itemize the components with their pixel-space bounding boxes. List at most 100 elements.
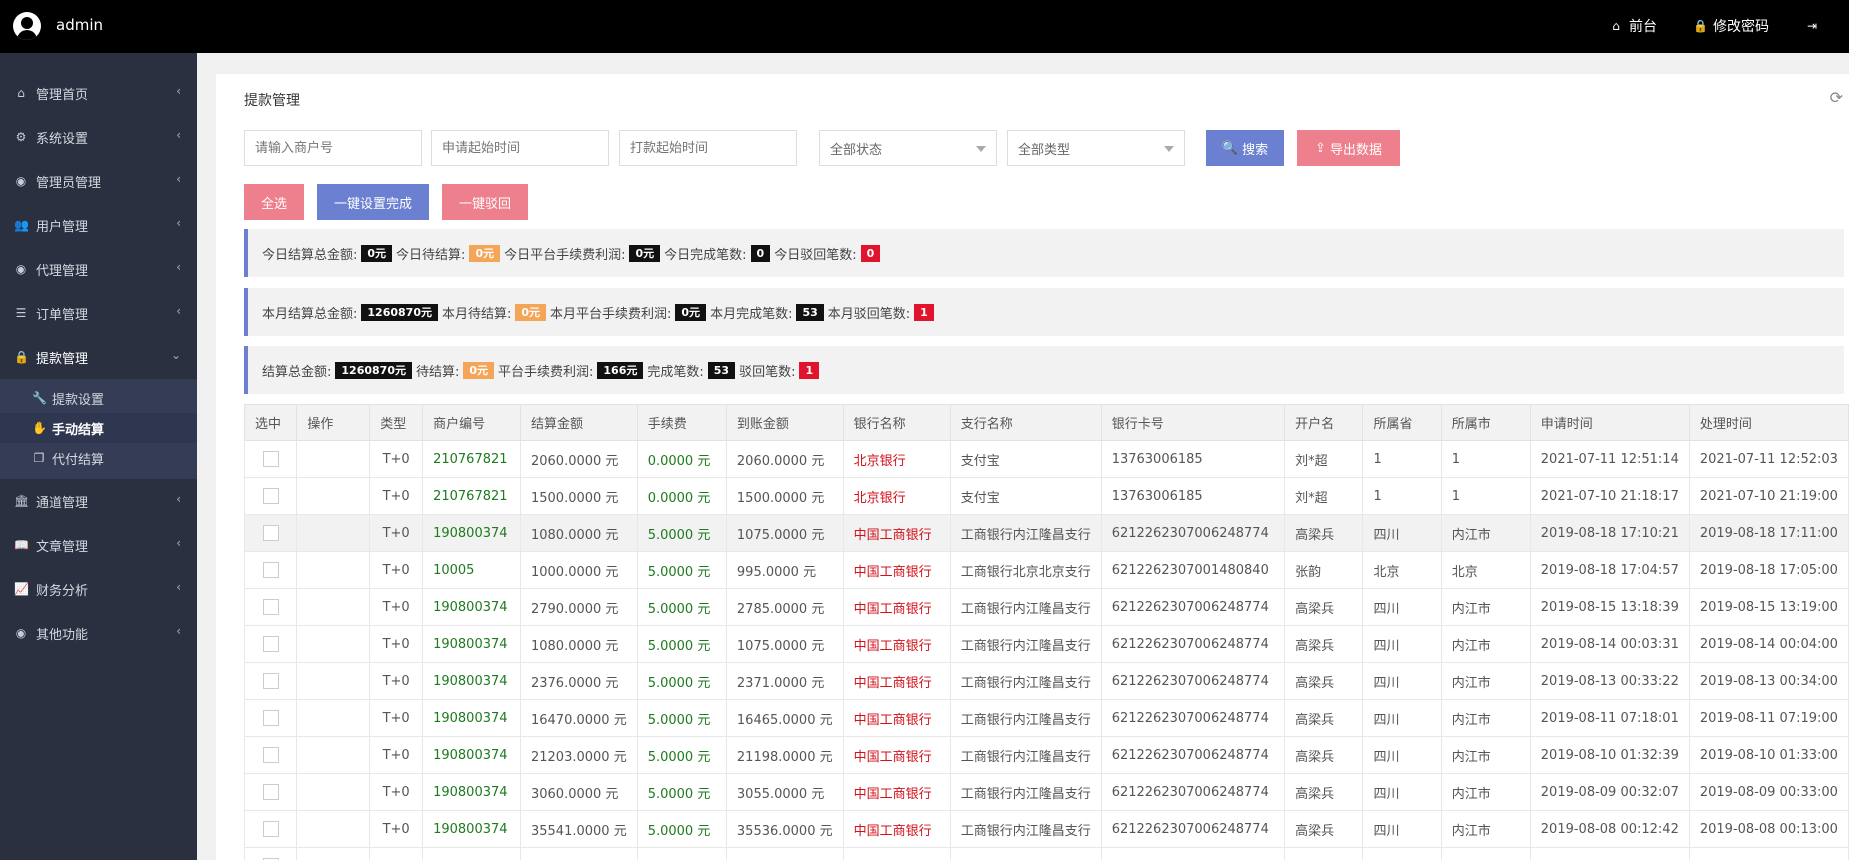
list-icon: ☰ bbox=[15, 306, 27, 320]
cell-province: 四川 bbox=[1362, 773, 1442, 811]
cell-amount: 35541.0000 元 bbox=[519, 810, 638, 848]
cell-amount: 21203.0000 元 bbox=[519, 736, 638, 774]
row-checkbox[interactable] bbox=[262, 599, 279, 615]
cell-province: 四川 bbox=[1362, 514, 1442, 552]
row-select-cell bbox=[244, 662, 298, 700]
cell-process-time: 2019-08-14 00:04:00 bbox=[1688, 625, 1849, 663]
merchant-search-input[interactable] bbox=[244, 130, 422, 166]
sidebar-item[interactable]: ◉ 代理管理 ‹ bbox=[0, 247, 197, 291]
cell-holder: 高梁兵 bbox=[1284, 773, 1364, 811]
sidebar-item[interactable]: ◉ 管理员管理 ‹ bbox=[0, 159, 197, 203]
search-button[interactable]: 🔍 搜索 bbox=[1206, 130, 1284, 166]
sidebar-item[interactable]: 🏛 通道管理 ‹ bbox=[0, 479, 197, 523]
cell-amount: 1080.0000 元 bbox=[519, 625, 638, 663]
stat-badge: 1260870元 bbox=[361, 303, 438, 321]
row-checkbox[interactable] bbox=[262, 488, 279, 504]
table-header: 选中 操作 类型 商户编号 结算金额 手续费 到账金额 银行名称 支行名称 银行卡号 开户名 所属省所… bbox=[244, 404, 1849, 441]
table-row[interactable]: T+0 210767821 2060.0000 元 0.0000 元 2060.0000… bbox=[244, 440, 1849, 478]
sidebar-item[interactable]: 👥 用户管理 ‹ bbox=[0, 203, 197, 247]
row-checkbox[interactable] bbox=[262, 710, 279, 726]
sidebar-item-label: 管理员管理 bbox=[36, 175, 102, 191]
type-select[interactable]: 全部类型 bbox=[1007, 130, 1185, 166]
sidebar-item[interactable]: 📈 财务分析 ‹ bbox=[0, 567, 197, 611]
stat-label: 今日待结算: bbox=[396, 247, 466, 263]
sidebar-item-label: 其他功能 bbox=[36, 627, 89, 643]
row-checkbox[interactable] bbox=[262, 784, 279, 800]
reject-all-button[interactable]: 一键驳回 bbox=[442, 184, 528, 220]
table-row[interactable]: T+019080037413618.0000 元5.0000 元13613.00… bbox=[244, 847, 1849, 860]
cell-holder: 高梁兵 bbox=[1284, 514, 1364, 552]
sidebar-item[interactable]: ⌂ 管理首页 ‹ bbox=[0, 71, 197, 115]
cell-merchant: 210767821 bbox=[422, 477, 521, 515]
pay-time-input[interactable] bbox=[619, 130, 797, 166]
table-row[interactable]: T+0 190800374 21203.0000 元 5.0000 元 21198.00… bbox=[244, 736, 1849, 774]
row-checkbox[interactable] bbox=[262, 636, 279, 652]
cell-apply-time: 2019-08-18 17:10:21 bbox=[1529, 514, 1690, 552]
change-password-link[interactable]: 🔒 修改密码 bbox=[1693, 16, 1769, 36]
sidebar-item[interactable]: 📖 文章管理 ‹ bbox=[0, 523, 197, 567]
cell-received: 16465.0000 元 bbox=[725, 699, 844, 737]
table-row[interactable]: T+0 190800374 1080.0000 元 5.0000 元 1075.0000… bbox=[244, 514, 1849, 552]
cell-merchant: 190800374 bbox=[422, 588, 521, 626]
apply-time-input[interactable] bbox=[431, 130, 609, 166]
row-actions-cell bbox=[296, 625, 371, 663]
cell-province: 1 bbox=[1362, 477, 1442, 515]
table-row[interactable]: T+0 190800374 1080.0000 元 5.0000 元 1075.0000… bbox=[244, 625, 1849, 663]
cell-bank: 中国工商银行 bbox=[842, 551, 951, 589]
sidebar-subitem[interactable]: ❐ 代付结算 bbox=[0, 443, 197, 473]
cell-card: 6212262307006248774 bbox=[1100, 736, 1286, 774]
chevron-left-icon: ‹ bbox=[176, 536, 181, 550]
cell-card: 6212262307006248774 bbox=[1100, 662, 1286, 700]
frontend-link[interactable]: ⌂ 前台 bbox=[1609, 16, 1657, 36]
cell-branch: 支付宝 bbox=[949, 477, 1102, 515]
export-button[interactable]: ⇪ 导出数据 bbox=[1297, 130, 1400, 166]
cell-bank: 北京银行 bbox=[842, 440, 951, 478]
status-select[interactable]: 全部状态 bbox=[819, 130, 997, 166]
stat-label: 今日结算总金额: bbox=[262, 247, 358, 263]
lock-icon: 🔒 bbox=[14, 350, 29, 364]
row-checkbox[interactable] bbox=[262, 821, 279, 837]
cell-province: 四川 bbox=[1362, 588, 1442, 626]
row-checkbox[interactable] bbox=[262, 562, 279, 578]
select-all-button[interactable]: 全选 bbox=[244, 184, 304, 220]
bank-icon: 🏛 bbox=[14, 494, 30, 508]
stat-label: 结算总金额: bbox=[262, 364, 332, 380]
row-checkbox[interactable] bbox=[262, 525, 279, 541]
column-header: 操作 bbox=[296, 404, 371, 441]
row-checkbox[interactable] bbox=[262, 747, 279, 763]
search-button-label: 搜索 bbox=[1242, 142, 1269, 158]
stat-badge: 53 bbox=[796, 303, 824, 321]
sidebar-item[interactable]: 🔒 提款管理 ⌄ bbox=[0, 335, 197, 379]
sidebar-subitem[interactable]: 🔧 提款设置 bbox=[0, 383, 197, 413]
stat-badge: 0元 bbox=[675, 303, 707, 321]
row-checkbox[interactable] bbox=[262, 673, 279, 689]
logout-button[interactable]: ⇥ bbox=[1805, 16, 1819, 36]
table-row[interactable]: T+0 190800374 2376.0000 元 5.0000 元 2371.0000… bbox=[244, 662, 1849, 700]
stat-label: 本月驳回笔数: bbox=[827, 306, 911, 322]
cell-process-time: 2019-08-18 17:11:00 bbox=[1688, 514, 1849, 552]
row-checkbox[interactable] bbox=[262, 451, 279, 467]
avatar[interactable] bbox=[13, 12, 41, 40]
cell-apply-time: 2019-08-13 00:33:22 bbox=[1529, 662, 1690, 700]
cell-bank: 中国工商银行 bbox=[842, 847, 951, 860]
refresh-icon[interactable]: ⟳ bbox=[1830, 88, 1843, 107]
table-row[interactable]: T+0 190800374 2790.0000 元 5.0000 元 2785.0000… bbox=[244, 588, 1849, 626]
table-row[interactable]: T+0 10005 1000.0000 元 5.0000 元 995.0000 元中国工… bbox=[244, 551, 1849, 589]
table-row[interactable]: T+0 190800374 16470.0000 元 5.0000 元 16465.00… bbox=[244, 699, 1849, 737]
set-complete-button[interactable]: 一键设置完成 bbox=[317, 184, 429, 220]
sidebar-item-label: 订单管理 bbox=[36, 307, 89, 323]
sidebar-item[interactable]: ◉ 其他功能 ‹ bbox=[0, 611, 197, 655]
table-row[interactable]: T+0 210767821 1500.0000 元 0.0000 元 1500.0000… bbox=[244, 477, 1849, 515]
sidebar-item[interactable]: ⚙ 系统设置 ‹ bbox=[0, 115, 197, 159]
cell-fee: 5.0000 元 bbox=[636, 662, 727, 700]
cell-bank: 中国工商银行 bbox=[842, 810, 951, 848]
table-row[interactable]: T+0 190800374 35541.0000 元 5.0000 元 35536.00… bbox=[244, 810, 1849, 848]
stat-badge: 1 bbox=[799, 361, 820, 379]
cell-fee: 5.0000 元 bbox=[636, 810, 727, 848]
sidebar-subitem[interactable]: ✋ 手动结算 bbox=[0, 413, 197, 443]
change-password-label: 修改密码 bbox=[1713, 19, 1769, 35]
table-row[interactable]: T+0 190800374 3060.0000 元 5.0000 元 3055.0000… bbox=[244, 773, 1849, 811]
sidebar-item-label: 文章管理 bbox=[36, 539, 89, 555]
sidebar-item[interactable]: ☰ 订单管理 ‹ bbox=[0, 291, 197, 335]
cell-city: 内江市 bbox=[1440, 662, 1531, 700]
